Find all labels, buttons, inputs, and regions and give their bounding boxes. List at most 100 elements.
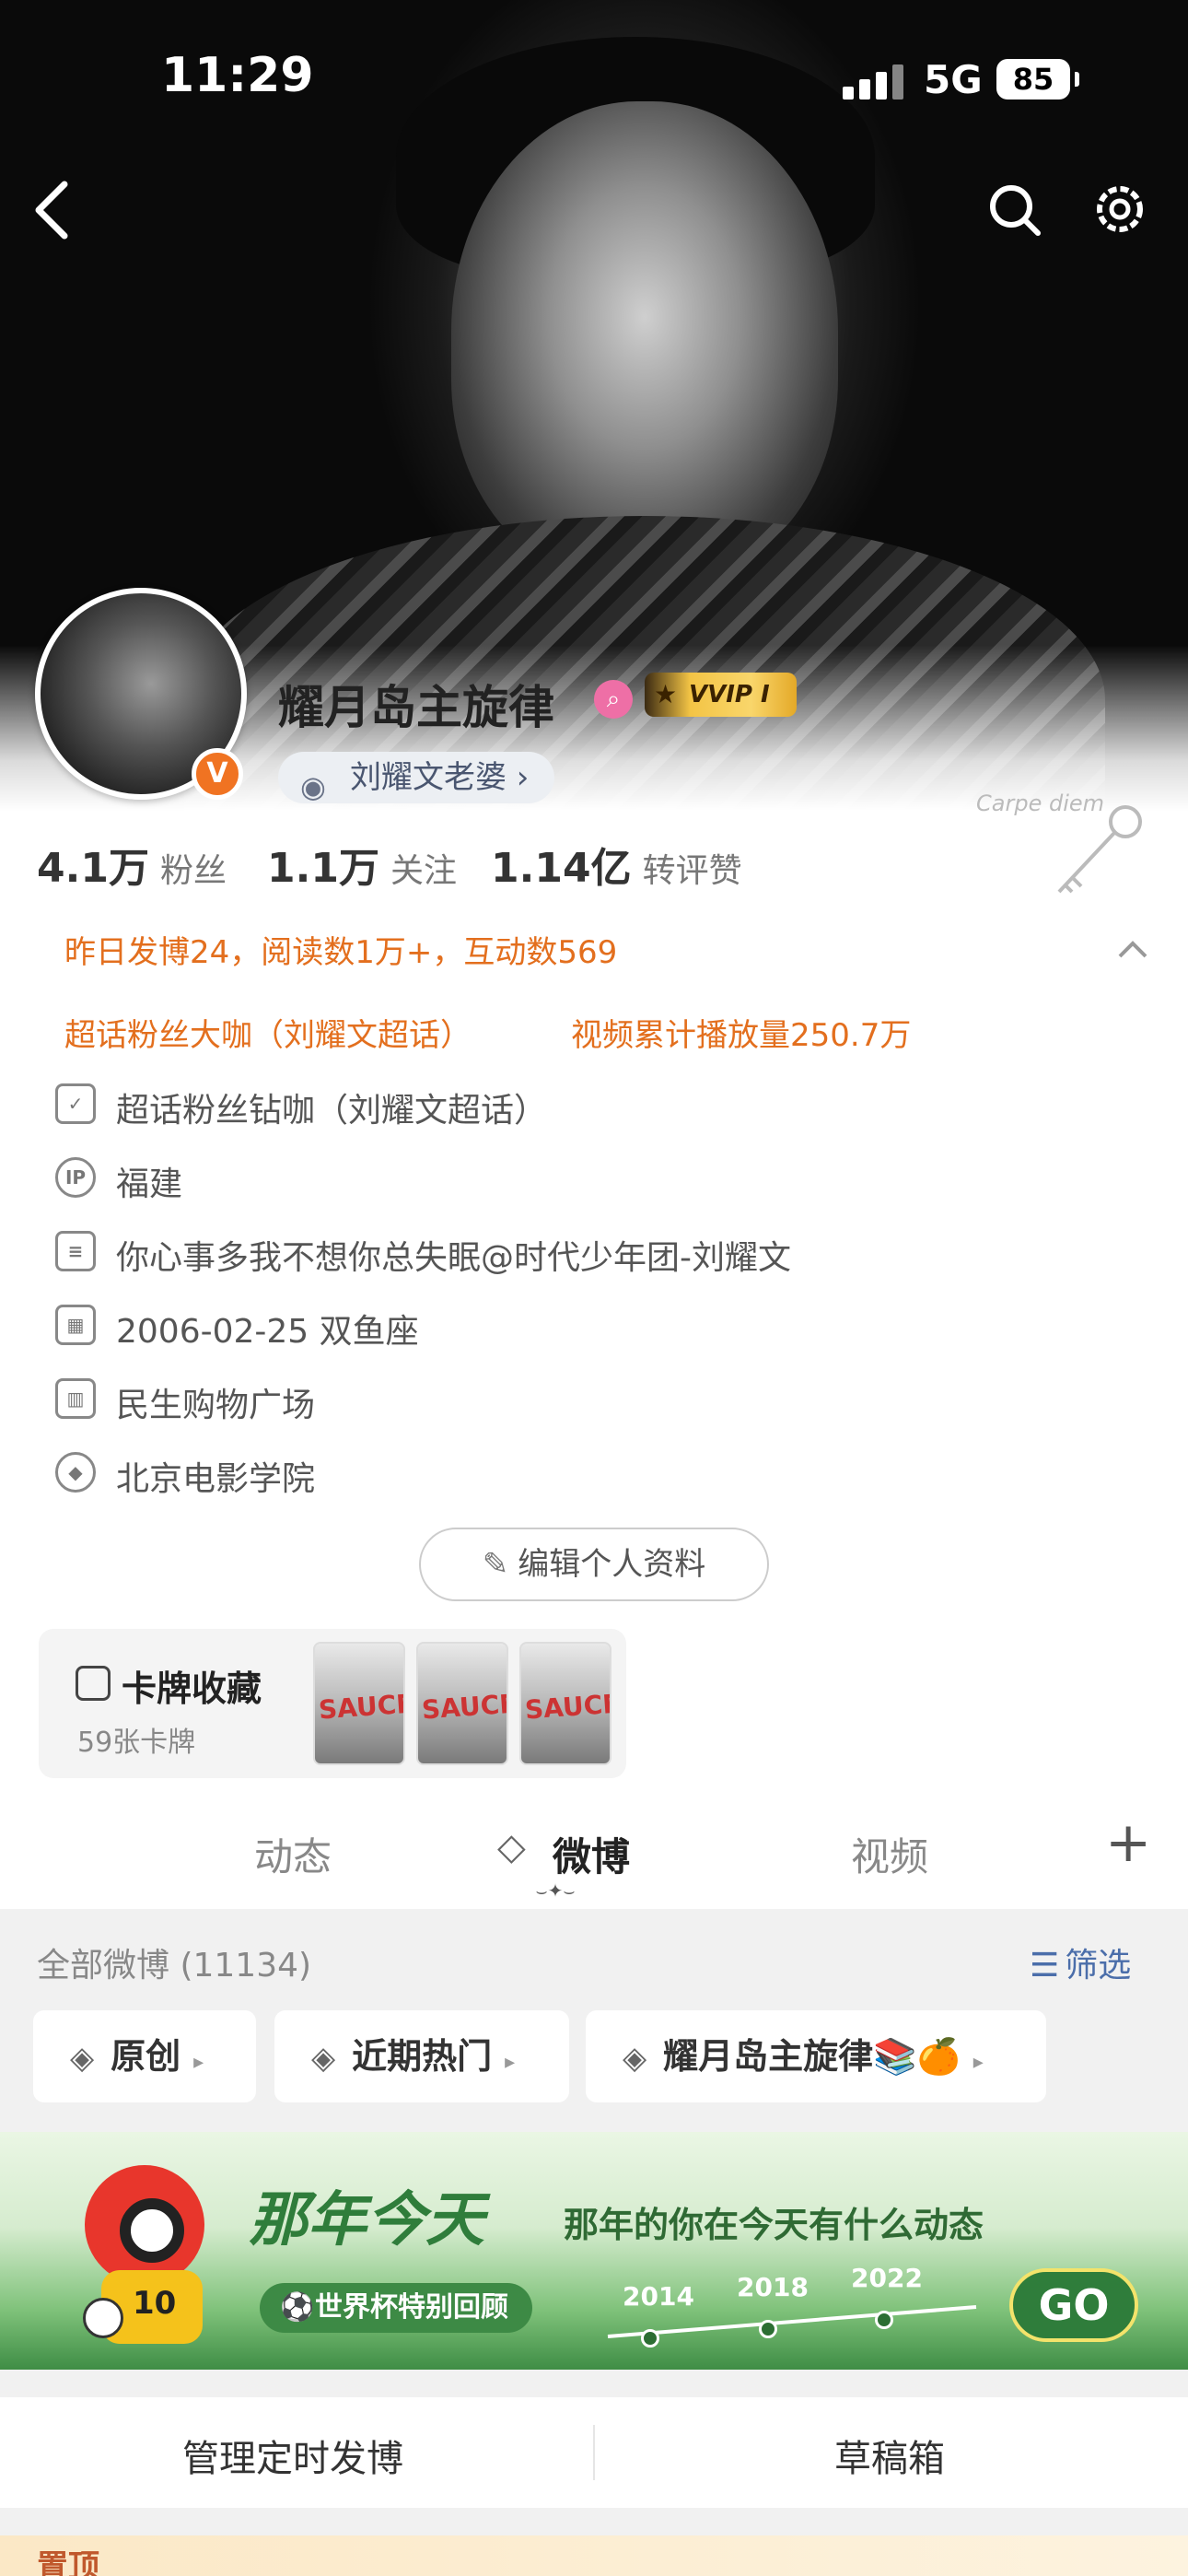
cover-face-shape	[451, 101, 838, 580]
drafts-button[interactable]: 草稿箱	[834, 2429, 945, 2482]
chip-recent-hot-label: 近期热门	[352, 2036, 493, 2077]
info-ip-text: 福建	[116, 1165, 183, 1203]
username: 耀月岛主旋律	[278, 681, 554, 734]
caret-right-icon: ▸	[193, 2051, 204, 2074]
edit-profile-label: 编辑个人资料	[518, 1546, 706, 1583]
mascot-jersey-number: 10	[133, 2285, 177, 2322]
verified-badge-icon: V	[192, 748, 243, 800]
info-super-fan-text: 超话粉丝钻咖（刘耀文超话）	[116, 1092, 548, 1130]
layers-icon: ◈	[311, 2040, 336, 2077]
back-button[interactable]	[28, 175, 83, 245]
timeline-dot	[759, 2320, 777, 2338]
super-topic-badge-icon[interactable]: ⌕	[594, 680, 633, 719]
fan-tag-label: 刘耀文老婆 ›	[350, 759, 530, 796]
chevron-up-icon[interactable]	[1114, 931, 1151, 967]
status-time: 11:29	[161, 48, 314, 103]
key-icon	[1057, 805, 1142, 894]
tab-video[interactable]: 视频	[851, 1826, 928, 1882]
layers-icon: ◈	[70, 2040, 95, 2077]
tab-dynamic[interactable]: 动态	[254, 1826, 332, 1882]
card-collection[interactable]: 卡牌收藏 59张卡牌 SAUCE SAUCE SAUCE	[39, 1629, 626, 1778]
scheduled-posts-button[interactable]: 管理定时发博	[182, 2429, 403, 2482]
key-decoration: Carpe diem	[976, 790, 1160, 919]
document-icon: ≡	[55, 1231, 96, 1271]
chip-original-label: 原创	[111, 2036, 181, 2077]
activity-summary: 昨日发博24，阅读数1万+，互动数569	[64, 934, 618, 971]
banner-title: 那年今天	[249, 2186, 484, 2254]
fan-tag-pill[interactable]: ◉ 刘耀文老婆 ›	[278, 752, 555, 804]
card-collection-title: 卡牌收藏	[122, 1669, 262, 1709]
active-tab-indicator: ⌣✦⌣	[535, 1879, 576, 1902]
weibo-mascot-icon	[85, 2165, 204, 2285]
building-icon: ▥	[55, 1378, 96, 1419]
card-collection-count: 59张卡牌	[77, 1727, 196, 1759]
card-thumbnail[interactable]: SAUCE	[313, 1642, 405, 1765]
bottom-action-bar: 管理定时发博 草稿箱	[0, 2397, 1188, 2508]
shield-icon: ✓	[55, 1083, 96, 1124]
stat-following[interactable]: 1.1万 关注	[267, 835, 457, 894]
stat-followers-num: 4.1万	[37, 845, 149, 892]
search-icon	[990, 185, 1041, 236]
stat-likes-num: 1.14亿	[491, 845, 632, 892]
timeline-dot	[641, 2329, 659, 2348]
card-thumbnail-text: SAUCE	[523, 1688, 611, 1726]
add-tab-plus-icon[interactable]: +	[1105, 1815, 1151, 1870]
stat-following-label: 关注	[390, 852, 457, 890]
honor-video-plays[interactable]: 视频累计播放量250.7万	[571, 1010, 911, 1055]
info-bio-text: 你心事多我不想你总失眠@时代少年团-刘耀文	[116, 1239, 791, 1277]
filter-button[interactable]: ☰ 筛选	[1030, 1938, 1131, 1986]
edit-profile-button[interactable]: ✎ 编辑个人资料	[419, 1528, 769, 1601]
layers-icon: ◈	[623, 2040, 647, 2077]
go-button[interactable]: GO	[1009, 2268, 1138, 2342]
status-bar: 11:29 5G 85	[0, 0, 1188, 157]
ip-icon: IP	[55, 1157, 96, 1198]
filter-label: 筛选	[1065, 1947, 1132, 1985]
info-company-text: 民生购物广场	[116, 1387, 316, 1424]
graduation-icon: ◆	[55, 1452, 96, 1493]
vvip-badge[interactable]: VVIP Ⅰ	[645, 673, 797, 717]
divider	[593, 2425, 595, 2480]
card-collection-icon	[76, 1666, 111, 1701]
info-birthday-text: 2006-02-25 双鱼座	[116, 1313, 419, 1351]
stat-followers[interactable]: 4.1万 粉丝	[37, 835, 227, 894]
stat-likes[interactable]: 1.14亿 转评赞	[491, 835, 742, 894]
network-label: 5G	[924, 57, 983, 102]
chip-recent-hot[interactable]: ◈ 近期热门 ▸	[274, 2010, 569, 2102]
diamond-ornament-icon: ◇	[497, 1826, 526, 1868]
timeline-dot	[875, 2311, 893, 2329]
card-thumbnail-text: SAUCE	[420, 1688, 508, 1726]
weibo-eye-icon: ◉	[300, 769, 326, 804]
stat-likes-label: 转评赞	[642, 852, 742, 890]
card-thumbnail-text: SAUCE	[317, 1688, 405, 1726]
chip-custom-tag[interactable]: ◈ 耀月岛主旋律📚🍊 ▸	[586, 2010, 1046, 2102]
settings-button[interactable]	[1091, 181, 1148, 238]
soccer-ball-icon	[83, 2298, 123, 2338]
chip-custom-tag-label: 耀月岛主旋律📚🍊	[663, 2036, 961, 2077]
pinned-post-header: 置顶	[0, 2535, 1188, 2576]
info-school-text: 北京电影学院	[116, 1460, 316, 1498]
honor-super-topic[interactable]: 超话粉丝大咖（刘耀文超话）	[64, 1010, 472, 1055]
gear-icon	[1097, 186, 1143, 232]
caret-right-icon: ▸	[505, 2051, 516, 2074]
chevron-left-icon	[35, 181, 68, 240]
year-2022: 2022	[851, 2263, 923, 2293]
stat-following-num: 1.1万	[267, 845, 379, 892]
battery-icon: 85	[996, 59, 1079, 100]
year-2014: 2014	[623, 2281, 694, 2312]
filter-icon: ☰	[1030, 1947, 1060, 1985]
card-thumbnail[interactable]: SAUCE	[416, 1642, 508, 1765]
card-thumbnail[interactable]: SAUCE	[519, 1642, 611, 1765]
memories-banner[interactable]: 10 那年今天 那年的你在今天有什么动态 世界杯特别回顾 2014 2018 2…	[0, 2132, 1188, 2370]
year-2018: 2018	[737, 2272, 809, 2302]
tab-weibo[interactable]: 微博	[553, 1826, 630, 1882]
pencil-icon: ✎	[482, 1546, 509, 1583]
search-button[interactable]	[987, 182, 1042, 238]
pinned-label: 置顶	[37, 2548, 99, 2576]
calendar-icon: ▦	[55, 1305, 96, 1345]
all-weibo-count: 全部微博 (11134)	[37, 1947, 312, 1985]
caret-right-icon: ▸	[973, 2051, 984, 2074]
stat-followers-label: 粉丝	[159, 852, 227, 890]
chip-original[interactable]: ◈ 原创 ▸	[33, 2010, 256, 2102]
banner-subtitle: 那年的你在今天有什么动态	[564, 2205, 984, 2245]
signal-icon	[843, 63, 907, 100]
